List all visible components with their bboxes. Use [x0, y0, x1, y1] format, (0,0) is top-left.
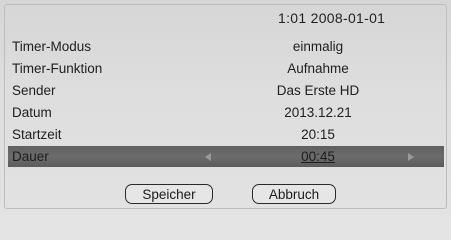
field-row-sender[interactable]: Sender Das Erste HD: [8, 80, 444, 101]
field-label: Sender: [12, 83, 56, 98]
field-label: Datum: [12, 105, 52, 120]
field-value: 2013.12.21: [284, 105, 352, 120]
field-value: Aufnahme: [287, 61, 349, 76]
field-row-timer-modus[interactable]: Timer-Modus einmalig: [8, 36, 444, 57]
field-row-startzeit[interactable]: Startzeit 20:15: [8, 124, 444, 145]
field-value: einmalig: [292, 39, 344, 54]
field-value: 20:15: [301, 127, 335, 142]
arrow-left-icon[interactable]: [205, 153, 211, 161]
timer-dialog: 1:01 2008-01-01 Timer-Modus einmalig Tim…: [0, 0, 451, 215]
arrow-right-icon[interactable]: [408, 153, 414, 161]
field-label: Dauer: [12, 149, 49, 164]
field-value: Das Erste HD: [276, 83, 360, 98]
clock-display: 1:01 2008-01-01: [278, 10, 386, 26]
field-label: Timer-Modus: [12, 39, 92, 54]
save-button[interactable]: Speicher: [125, 184, 213, 204]
field-row-dauer[interactable]: Dauer 00:45: [8, 146, 444, 167]
field-row-timer-funktion[interactable]: Timer-Funktion Aufnahme: [8, 58, 444, 79]
cancel-button[interactable]: Abbruch: [252, 184, 336, 204]
field-row-datum[interactable]: Datum 2013.12.21: [8, 102, 444, 123]
field-label: Startzeit: [12, 127, 62, 142]
field-label: Timer-Funktion: [12, 61, 103, 76]
field-value: 00:45: [301, 149, 335, 164]
